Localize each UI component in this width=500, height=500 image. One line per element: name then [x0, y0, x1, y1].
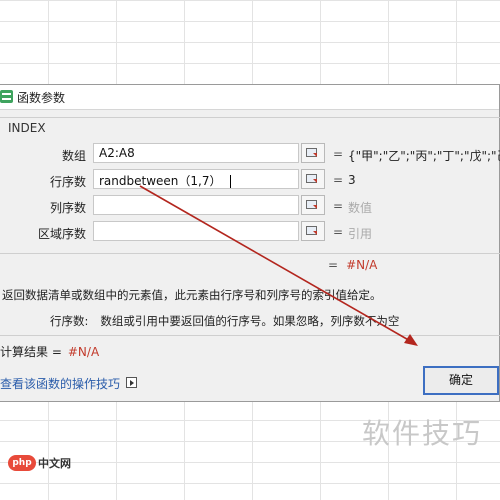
function-tips-link[interactable]: 查看该函数的操作技巧 [0, 375, 120, 392]
col-num-result-hint: 数值 [348, 201, 373, 215]
overall-result: = #N/A [328, 258, 377, 272]
calc-result-value: #N/A [67, 345, 100, 359]
col-num-equals: = [333, 199, 344, 213]
array-result: {"甲";"乙";"丙";"丁";"戊";"己"} [348, 149, 500, 163]
function-name: INDEX [8, 121, 46, 135]
divider [0, 335, 500, 336]
area-num-equals: = [333, 225, 344, 239]
row-num-equals: = [333, 173, 344, 187]
overall-equals: = [328, 258, 339, 272]
area-num-input[interactable] [93, 221, 299, 241]
arguments-section: INDEX 数组 A2:A8 = {"甲";"乙";"丙";"丁";"戊";"己… [0, 117, 500, 254]
function-description: 返回数据清单或数组中的元素值，此元素由行序号和列序号的索引值给定。 [2, 288, 382, 302]
site-logo: php 中文网 [6, 452, 76, 474]
php-logo-badge: php [8, 455, 36, 471]
area-num-result-hint: 引用 [348, 227, 373, 241]
row-num-range-select-button[interactable] [301, 169, 325, 189]
dialog-titlebar[interactable]: 函数参数 [0, 85, 499, 110]
array-range-select-button[interactable] [301, 143, 325, 163]
overall-result-value: #N/A [346, 258, 378, 272]
spreadsheet-app-icon [0, 90, 13, 103]
calc-result-label: 计算结果 = [0, 345, 62, 359]
function-arguments-dialog: 函数参数 INDEX 数组 A2:A8 = {"甲";"乙";"丙";"丁";"… [0, 84, 500, 402]
site-logo-text: 中文网 [38, 457, 71, 470]
argument-description-text: 数组或引用中要返回值的行序号。如果忽略，列序数不为空 [100, 314, 400, 328]
arg-label-col-num: 列序数 [49, 201, 86, 215]
ok-button[interactable]: 确定 [423, 366, 499, 395]
col-num-input[interactable] [93, 195, 299, 215]
arg-label-row-num: 行序数 [49, 175, 86, 189]
dialog-title: 函数参数 [17, 91, 66, 105]
array-equals: = [333, 147, 344, 161]
watermark-text: 软件技巧 [362, 417, 483, 450]
col-num-range-select-button[interactable] [301, 195, 325, 215]
row-num-result: 3 [348, 173, 356, 187]
array-input[interactable]: A2:A8 [93, 143, 299, 163]
row-num-input[interactable]: randbetween（1,7） [93, 169, 299, 189]
argument-description: 行序数: 数组或引用中要返回值的行序号。如果忽略，列序数不为空 [50, 313, 399, 329]
video-play-icon[interactable] [126, 377, 137, 388]
arg-label-array: 数组 [61, 149, 86, 163]
row-num-value: randbetween（1,7） [99, 174, 222, 188]
arg-label-area-num: 区域序数 [37, 227, 86, 241]
area-num-range-select-button[interactable] [301, 221, 325, 241]
calculation-result: 计算结果 = #N/A [0, 343, 99, 360]
argument-description-label: 行序数: [50, 314, 89, 328]
text-caret [229, 175, 231, 188]
